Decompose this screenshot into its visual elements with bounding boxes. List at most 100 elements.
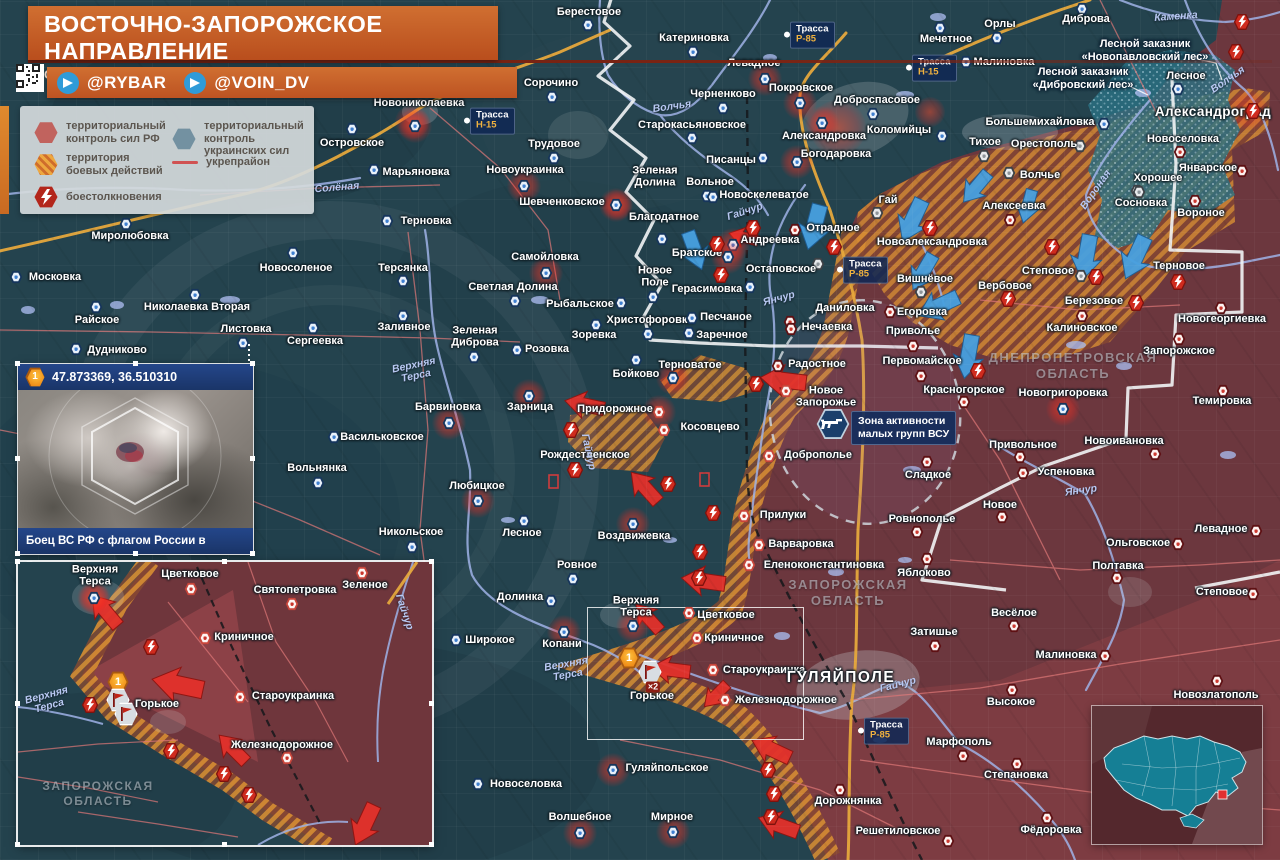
clash-icon (1128, 295, 1145, 312)
town-marker (346, 123, 359, 136)
town-marker (120, 218, 133, 231)
town-label: Новогеоргиевка (1178, 314, 1266, 326)
town-label: Барвиновка (415, 402, 481, 414)
town-label: Герасимовка (672, 284, 743, 296)
town-marker (397, 275, 410, 288)
town-label: Сорочино (524, 78, 578, 90)
selection-handle (15, 559, 20, 564)
town-label: Железнодорожное (231, 740, 333, 752)
town-marker (1173, 333, 1186, 346)
handle-rybar: @RYBAR (87, 73, 166, 93)
clash-icon (82, 697, 99, 714)
selection-handle (429, 559, 434, 564)
town-label: Диброва (1062, 14, 1110, 26)
town-marker (958, 396, 971, 409)
town-marker (642, 328, 655, 341)
selection-handle (429, 842, 434, 847)
town-label: Новоивановка (1084, 436, 1163, 448)
town-label: Райское (75, 315, 119, 327)
selection-handle (133, 551, 138, 556)
town-marker (683, 607, 696, 620)
town-marker (1172, 538, 1185, 551)
town-label: Новогригоровка (1018, 388, 1107, 400)
selection-handle (222, 842, 227, 847)
town-marker (772, 360, 785, 373)
town-label: Вороное (1177, 208, 1225, 220)
clash-icon (1234, 14, 1251, 31)
flag-count-badge: ×2 (646, 682, 660, 693)
town-marker (780, 385, 793, 398)
town-label: Новоселовка (1147, 134, 1219, 146)
town-label: Доброспасовое (834, 95, 920, 107)
photo-image (18, 390, 253, 528)
town-label: Николаевка Вторая (144, 302, 250, 314)
town-label: Большемихайловка (985, 117, 1094, 129)
town-marker (978, 150, 991, 163)
town-label: Тихое (969, 137, 1001, 149)
town-label: Фёдоровка (1020, 825, 1081, 837)
selection-handle (15, 842, 20, 847)
town-label: Успеновка (1038, 467, 1095, 479)
legend-fortified-line-label: укрепрайон (206, 156, 270, 169)
town-marker (683, 327, 696, 340)
town-marker (307, 322, 320, 335)
town-label: Затишье (910, 627, 957, 639)
town-label: Верхняя Терса (72, 564, 118, 587)
photo-coordinates: 47.873369, 36.510310 (52, 370, 177, 384)
legend-ru-control-icon (34, 122, 58, 144)
town-marker (707, 664, 720, 677)
town-label: Привольное (989, 440, 1057, 452)
town-label: Отрадное (806, 223, 859, 235)
town-label: Заречное (696, 330, 747, 342)
numbered-marker-icon: 1 (618, 647, 640, 669)
town-label: Темировка (1193, 396, 1252, 408)
town-marker (368, 164, 381, 177)
town-label: Варваровка (768, 539, 833, 551)
clash-icon (826, 239, 843, 256)
town-label: Левадное (1194, 524, 1247, 536)
town-label: Новониколаевка (374, 98, 465, 110)
telegram-handles-bar: @RYBAR @VOIN_DV (47, 67, 517, 98)
photo-marker-1-icon: 1 (25, 367, 45, 387)
town-marker (921, 456, 934, 469)
town-label: Черненково (690, 89, 755, 101)
road-label: ТрассаН-15 (912, 55, 957, 82)
town-marker (907, 340, 920, 353)
town-label: Ольговское (1106, 538, 1170, 550)
title-banner: ВОСТОЧНО-ЗАПОРОЖСКОЕ НАПРАВЛЕНИЕ Обстано… (28, 6, 498, 60)
town-marker (70, 343, 83, 356)
river-label: Волчья (652, 99, 692, 115)
town-label: Январское (1179, 163, 1237, 175)
telegram-icon (184, 72, 206, 94)
town-label: Косовцево (680, 422, 739, 434)
town-marker (356, 567, 369, 580)
town-label: Ровнополье (889, 514, 956, 526)
clash-icon (1170, 274, 1187, 291)
town-marker (915, 370, 928, 383)
town-marker (942, 835, 955, 848)
town-marker (1008, 620, 1021, 633)
town-label: Прилуки (760, 510, 807, 522)
legend-clash-icon (34, 186, 58, 208)
town-marker (1014, 451, 1027, 464)
town-label: Степовое (1022, 266, 1074, 278)
legend-ru-control-label: территориальный контроль сил РФ (66, 120, 166, 145)
town-label: Московка (29, 272, 81, 284)
town-label: Первомайское (882, 356, 961, 368)
town-label: Никольское (379, 527, 444, 539)
river-label: Верхняя Терса (543, 655, 590, 684)
town-marker (911, 526, 924, 539)
town-marker (1149, 448, 1162, 461)
town-label: Остаповское (746, 264, 816, 276)
town-label: Зарница (507, 402, 553, 414)
town-label: Цветковое (697, 610, 755, 622)
zone-activity-label: Зона активности малых групп ВСУ (851, 411, 956, 445)
town-label: Александровка (782, 131, 866, 143)
town-marker (406, 541, 419, 554)
town-marker (1174, 146, 1187, 159)
clash-icon (970, 363, 987, 380)
clash-icon (760, 762, 777, 779)
legend-accent-strip (0, 106, 9, 214)
town-marker (1041, 812, 1054, 825)
town-label: Песчаное (700, 312, 752, 324)
